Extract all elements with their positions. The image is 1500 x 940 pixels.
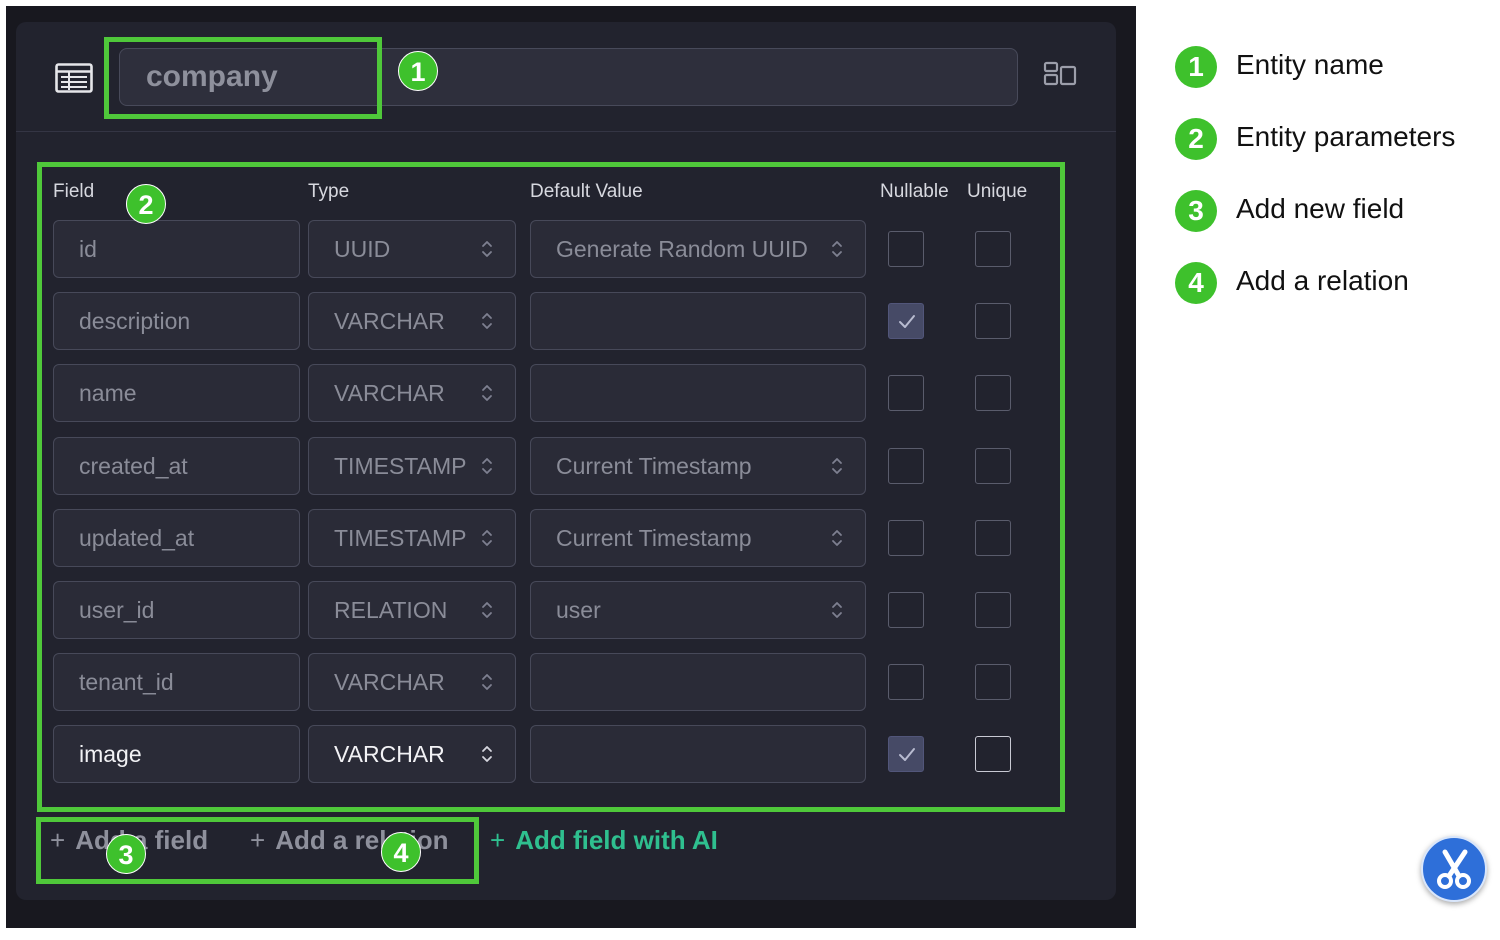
scissors-logo-icon[interactable] <box>1421 836 1487 902</box>
legend-label: Entity name <box>1236 49 1384 80</box>
header-divider <box>16 131 1116 132</box>
legend-badge: 4 <box>1175 262 1217 304</box>
add-field-with-ai-label: Add field with AI <box>515 825 718 855</box>
annotation-badge-2: 2 <box>126 184 166 224</box>
legend-label: Add a relation <box>1236 265 1409 296</box>
legend-label: Add new field <box>1236 193 1405 224</box>
highlight-entity-parameters <box>37 162 1065 812</box>
legend-badge: 2 <box>1175 118 1217 160</box>
layout-toggle-icon[interactable] <box>1043 60 1079 88</box>
screenshot-stage: company Field Type Default Value Nullabl… <box>0 0 1500 940</box>
legend-label: Entity parameters <box>1236 121 1456 152</box>
legend-badge: 3 <box>1175 190 1217 232</box>
plus-icon: + <box>490 825 506 855</box>
add-field-with-ai-button[interactable]: + Add field with AI <box>490 822 718 858</box>
table-icon <box>55 63 93 93</box>
annotation-badge-4: 4 <box>381 832 421 872</box>
annotation-badge-3: 3 <box>106 834 146 874</box>
highlight-entity-name <box>104 37 382 119</box>
legend-badge: 1 <box>1175 46 1217 88</box>
annotation-badge-1: 1 <box>398 51 438 91</box>
